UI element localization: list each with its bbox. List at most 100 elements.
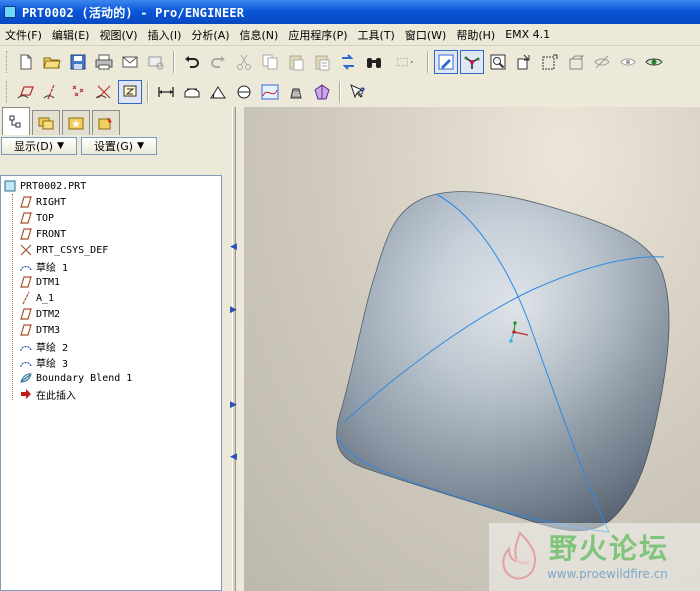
- expand-right-icon[interactable]: ▶: [230, 400, 238, 410]
- show-dropdown[interactable]: 显示(D) ▼: [1, 137, 77, 155]
- tree-item[interactable]: A_1: [19, 290, 54, 306]
- tree-item[interactable]: DTM2: [19, 306, 60, 322]
- find-button[interactable]: [362, 50, 386, 74]
- settings-dropdown[interactable]: 设置(G) ▼: [81, 137, 157, 155]
- reorient-button[interactable]: [564, 50, 588, 74]
- tree-item[interactable]: PRT_CSYS_DEF: [19, 242, 108, 258]
- undo-button[interactable]: [180, 50, 204, 74]
- menu-tools[interactable]: 工具(T): [353, 27, 400, 43]
- menu-analysis[interactable]: 分析(A): [186, 27, 234, 43]
- surface-shading: [336, 191, 670, 531]
- context-help-button[interactable]: ?: [346, 80, 370, 104]
- tree-item[interactable]: DTM1: [19, 274, 60, 290]
- tree-item-insert-here[interactable]: 在此插入: [19, 386, 76, 402]
- tree-item[interactable]: TOP: [19, 210, 54, 226]
- tab-connections[interactable]: [92, 110, 120, 135]
- tree-item[interactable]: RIGHT: [19, 194, 66, 210]
- diameter-button[interactable]: [232, 80, 256, 104]
- new-file-icon: [20, 54, 32, 70]
- menu-insert[interactable]: 插入(I): [143, 27, 187, 43]
- toolbar-grip[interactable]: [6, 51, 9, 73]
- annotation-display-button[interactable]: [118, 80, 142, 104]
- save-icon: [70, 54, 86, 70]
- csys-display-button[interactable]: [92, 80, 116, 104]
- paste-button[interactable]: [284, 50, 308, 74]
- datum-plane-display-button[interactable]: [14, 80, 38, 104]
- panel-splitter[interactable]: ◀ ▶ ▶ ◀: [224, 107, 244, 591]
- tree-item-root[interactable]: PRT0002.PRT: [3, 178, 86, 194]
- context-help-icon: ?: [350, 84, 365, 99]
- repaint-button[interactable]: [434, 50, 458, 74]
- tab-favorites[interactable]: [62, 110, 90, 135]
- menu-applications[interactable]: 应用程序(P): [283, 27, 352, 43]
- show-button[interactable]: [616, 50, 640, 74]
- new-file-button[interactable]: [14, 50, 38, 74]
- undo-icon: [185, 56, 199, 68]
- tree-connector: [12, 194, 13, 400]
- save-button[interactable]: [66, 50, 90, 74]
- area-button[interactable]: [180, 80, 204, 104]
- regenerate-icon: [342, 54, 354, 70]
- tab-model-tree[interactable]: [2, 107, 30, 135]
- toolbar-separator: [147, 81, 149, 103]
- tree-item[interactable]: DTM3: [19, 322, 60, 338]
- splitter-bar[interactable]: [232, 107, 236, 591]
- chevron-down-icon: ▼: [137, 141, 145, 151]
- tree-item[interactable]: 草绘 2: [19, 338, 68, 354]
- open-file-button[interactable]: [40, 50, 64, 74]
- zoom-in-button[interactable]: [486, 50, 510, 74]
- datum-point-display-button[interactable]: [66, 80, 90, 104]
- toolbar-grip[interactable]: [6, 81, 9, 103]
- datum-axis-display-button[interactable]: [40, 80, 64, 104]
- settings-dropdown-label: 设置(G): [93, 140, 134, 153]
- email-link-button[interactable]: [144, 50, 168, 74]
- graphics-viewport[interactable]: [244, 107, 700, 591]
- menu-view[interactable]: 视图(V): [94, 27, 142, 43]
- view-manager-button[interactable]: [642, 50, 666, 74]
- scissors-icon: [237, 54, 251, 70]
- open-folder-icon: [43, 57, 61, 69]
- mass-properties-button[interactable]: KG: [284, 80, 308, 104]
- model-analysis-button[interactable]: [310, 80, 334, 104]
- repaint-icon: [438, 54, 454, 70]
- paste-special-button[interactable]: [310, 50, 334, 74]
- print-button[interactable]: [92, 50, 116, 74]
- menu-window[interactable]: 窗口(W): [400, 27, 451, 43]
- printer-icon: [95, 54, 113, 70]
- menu-info[interactable]: 信息(N): [235, 27, 284, 43]
- copy-button[interactable]: [258, 50, 282, 74]
- tree-item[interactable]: 草绘 3: [19, 354, 68, 370]
- curve-analysis-button[interactable]: [258, 80, 282, 104]
- measure-icon: [158, 87, 174, 97]
- menu-file[interactable]: 文件(F): [0, 27, 47, 43]
- hide-button[interactable]: [590, 50, 614, 74]
- tree-item[interactable]: FRONT: [19, 226, 66, 242]
- expand-right-icon[interactable]: ▶: [230, 305, 238, 315]
- curvature-icon: [261, 84, 279, 100]
- selection-box-icon: [396, 57, 413, 67]
- refit-button[interactable]: [538, 50, 562, 74]
- spin-center-button[interactable]: [460, 50, 484, 74]
- datum-plane-icon: [19, 227, 33, 241]
- selection-box-button[interactable]: [388, 50, 422, 74]
- tree-item[interactable]: 草绘 1: [19, 258, 68, 274]
- toolbar-separator: [427, 51, 429, 73]
- tree-item[interactable]: Boundary Blend 1: [19, 370, 132, 386]
- cut-button[interactable]: [232, 50, 256, 74]
- refit-icon: [542, 54, 558, 70]
- menu-help[interactable]: 帮助(H): [451, 27, 500, 43]
- toolbar-separator: [173, 51, 175, 73]
- redo-icon: [211, 56, 225, 68]
- menu-edit[interactable]: 编辑(E): [47, 27, 95, 43]
- menu-emx[interactable]: EMX 4.1: [500, 28, 555, 41]
- redo-button[interactable]: [206, 50, 230, 74]
- zoom-out-button[interactable]: [512, 50, 536, 74]
- regenerate-button[interactable]: [336, 50, 360, 74]
- measure-distance-button[interactable]: [154, 80, 178, 104]
- collapse-left-icon[interactable]: ◀: [230, 242, 238, 252]
- diameter-icon: [237, 85, 251, 99]
- email-button[interactable]: [118, 50, 142, 74]
- angle-button[interactable]: [206, 80, 230, 104]
- tab-folder-browser[interactable]: [32, 110, 60, 135]
- collapse-left-icon[interactable]: ◀: [230, 452, 238, 462]
